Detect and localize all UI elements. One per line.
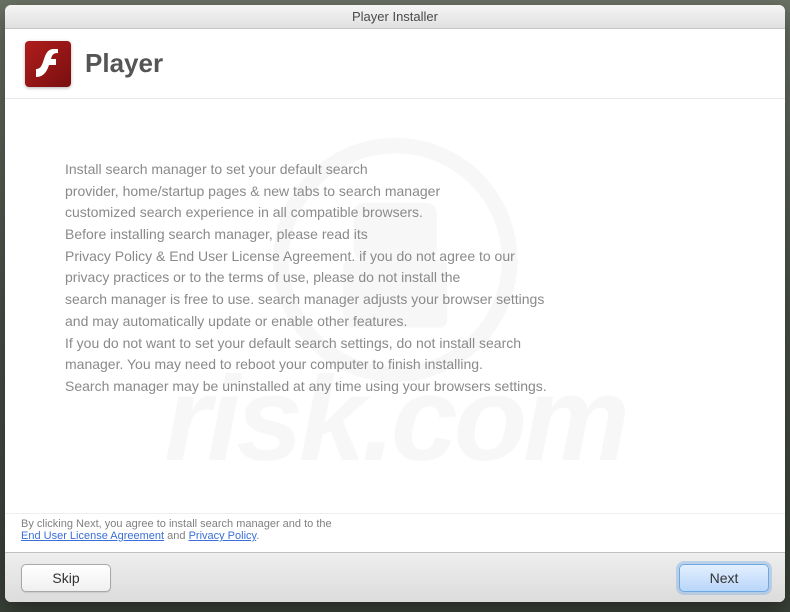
flash-player-icon (25, 41, 71, 87)
disclaimer-line1: By clicking Next, you agree to install s… (21, 518, 332, 530)
titlebar: Player Installer (5, 5, 785, 29)
next-button[interactable]: Next (679, 564, 769, 592)
installer-window: Player Installer Player Install search m… (5, 5, 785, 602)
body-text: Install search manager to set your defau… (65, 159, 725, 398)
disclaimer-dot: . (256, 530, 259, 542)
content-area: Install search manager to set your defau… (5, 99, 785, 513)
disclaimer: By clicking Next, you agree to install s… (5, 513, 785, 552)
window-title: Player Installer (352, 9, 438, 24)
eula-link[interactable]: End User License Agreement (21, 530, 164, 542)
app-name: Player (85, 48, 163, 79)
privacy-link[interactable]: Privacy Policy (189, 530, 257, 542)
footer: Skip Next (5, 552, 785, 602)
skip-button[interactable]: Skip (21, 564, 111, 592)
disclaimer-and: and (164, 530, 188, 542)
header: Player (5, 29, 785, 99)
